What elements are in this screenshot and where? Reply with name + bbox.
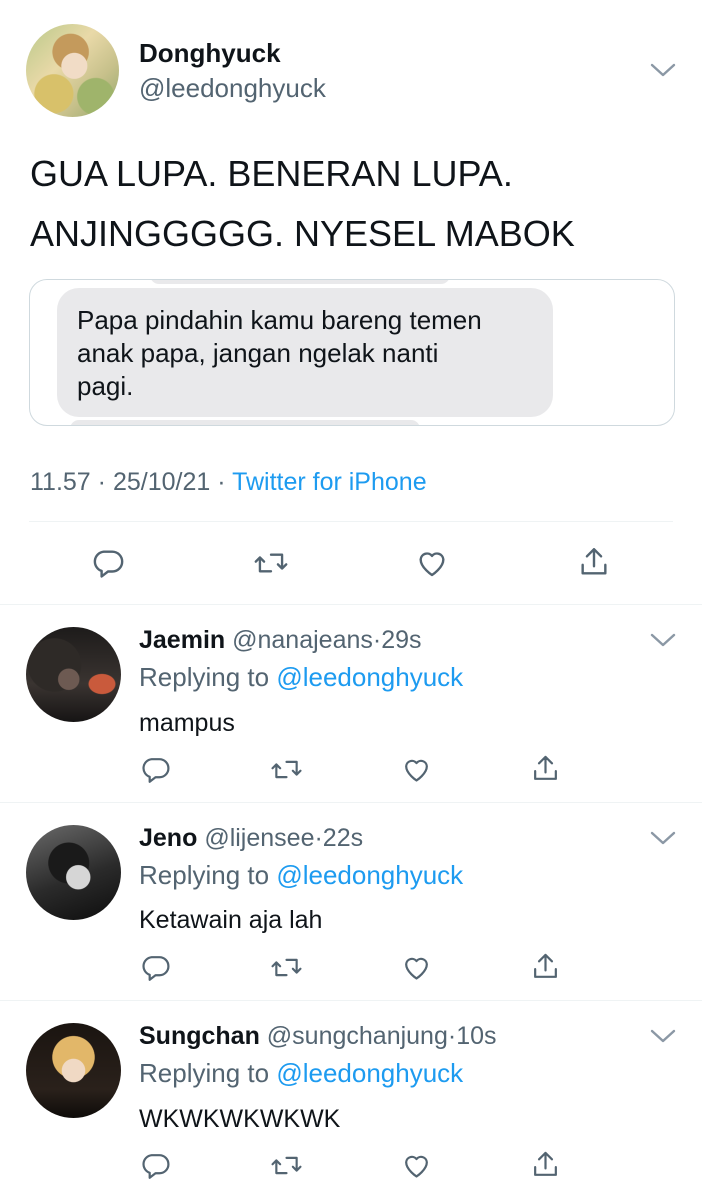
reply-author-handle[interactable]: @lijensee xyxy=(204,824,314,852)
retweet-icon xyxy=(254,553,288,573)
author-handle[interactable]: @leedonghyuck xyxy=(139,73,326,104)
replying-to-label: Replying to xyxy=(139,1058,270,1088)
reply-time[interactable]: 10s xyxy=(456,1022,496,1050)
retweet-button[interactable] xyxy=(270,754,303,785)
message-text: Papa pindahin kamu bareng temen anak pap… xyxy=(77,304,537,403)
retweet-button[interactable] xyxy=(270,1150,303,1181)
like-button[interactable] xyxy=(400,1150,433,1181)
share-button[interactable] xyxy=(577,544,611,580)
replying-to: Replying to @leedonghyuck xyxy=(139,1058,463,1089)
message-bubble-fragment xyxy=(150,280,450,284)
reply-time[interactable]: 22s xyxy=(323,824,363,852)
retweet-button[interactable] xyxy=(270,952,303,983)
message-bubble: Papa pindahin kamu bareng temen anak pap… xyxy=(57,288,553,417)
reply-header: Jaemin @nanajeans·29s xyxy=(139,626,422,655)
replying-to: Replying to @leedonghyuck xyxy=(139,860,463,891)
divider xyxy=(29,521,673,522)
reply-text: mampus xyxy=(139,709,235,737)
reply-author-handle[interactable]: @sungchanjung xyxy=(267,1022,448,1050)
share-button[interactable] xyxy=(530,1148,561,1181)
heart-icon xyxy=(405,957,428,980)
reply-avatar[interactable] xyxy=(26,825,121,920)
replying-to-label: Replying to xyxy=(139,860,270,890)
reply-author-name[interactable]: Jaemin xyxy=(139,626,225,654)
share-button[interactable] xyxy=(530,752,561,785)
replying-to-handle[interactable]: @leedonghyuck xyxy=(276,1058,463,1088)
reply-time[interactable]: 29s xyxy=(381,626,421,654)
reply-author-handle[interactable]: @nanajeans xyxy=(232,626,373,654)
tweet-meta: 11.57 · 25/10/21 · Twitter for iPhone xyxy=(30,468,427,497)
retweet-button[interactable] xyxy=(253,546,289,580)
share-icon xyxy=(534,755,557,780)
share-icon xyxy=(534,953,557,978)
divider xyxy=(0,604,702,605)
tweet-time[interactable]: 11.57 xyxy=(30,468,91,496)
replying-to-handle[interactable]: @leedonghyuck xyxy=(276,662,463,692)
tweet-date[interactable]: 25/10/21 xyxy=(113,468,210,496)
reply-author-name[interactable]: Jeno xyxy=(139,824,197,852)
reply-avatar[interactable] xyxy=(26,1023,121,1118)
reply-icon xyxy=(142,1154,170,1179)
meta-separator: · xyxy=(217,468,226,496)
reply-button[interactable] xyxy=(91,546,125,580)
retweet-icon xyxy=(271,958,302,977)
message-bubble-fragment xyxy=(70,420,420,425)
reply-button[interactable] xyxy=(140,754,171,785)
tweet-text-line-2: ANJINGGGGG. NYESEL MABOK xyxy=(30,213,575,254)
reply-text: WKWKWKWKWK xyxy=(139,1105,341,1133)
reply-text: Ketawain aja lah xyxy=(139,906,323,934)
reply-author-name[interactable]: Sungchan xyxy=(139,1022,260,1050)
message-line-3: pagi. xyxy=(77,371,134,401)
meta-separator: · xyxy=(97,468,106,496)
reply-button[interactable] xyxy=(140,952,171,983)
replying-to-handle[interactable]: @leedonghyuck xyxy=(276,860,463,890)
retweet-icon xyxy=(271,1156,302,1175)
meta-separator: · xyxy=(314,824,323,852)
meta-separator: · xyxy=(372,626,382,654)
heart-icon xyxy=(405,1155,428,1178)
share-icon xyxy=(581,548,607,575)
reply-header: Jeno @lijensee·22s xyxy=(139,824,363,853)
reply-avatar[interactable] xyxy=(26,627,121,722)
message-line-2: anak papa, jangan ngelak nanti xyxy=(77,338,439,368)
heart-icon xyxy=(419,552,445,577)
retweet-icon xyxy=(271,760,302,779)
reply-icon xyxy=(142,758,170,783)
meta-separator: · xyxy=(447,1022,457,1050)
chevron-down-icon[interactable] xyxy=(649,60,677,80)
reply-icon xyxy=(93,550,124,578)
chevron-down-icon[interactable] xyxy=(649,828,677,848)
author-avatar[interactable] xyxy=(26,24,119,117)
replying-to: Replying to @leedonghyuck xyxy=(139,662,463,693)
author-name[interactable]: Donghyuck xyxy=(139,38,281,69)
tweet-source[interactable]: Twitter for iPhone xyxy=(232,468,427,496)
like-button[interactable] xyxy=(414,546,450,580)
like-button[interactable] xyxy=(400,754,433,785)
tweet-text: GUA LUPA. BENERAN LUPA. ANJINGGGGG. NYES… xyxy=(30,150,650,258)
reply-header: Sungchan @sungchanjung·10s xyxy=(139,1022,497,1051)
chevron-down-icon[interactable] xyxy=(649,630,677,650)
message-line-1: Papa pindahin kamu bareng temen xyxy=(77,305,482,335)
tweet-media[interactable]: Papa pindahin kamu bareng temen anak pap… xyxy=(29,279,675,426)
tweet-text-line-1: GUA LUPA. BENERAN LUPA. xyxy=(30,153,513,194)
divider xyxy=(0,802,702,803)
divider xyxy=(0,1000,702,1001)
share-button[interactable] xyxy=(530,950,561,983)
share-icon xyxy=(534,1151,557,1176)
reply-button[interactable] xyxy=(140,1150,171,1181)
like-button[interactable] xyxy=(400,952,433,983)
heart-icon xyxy=(405,759,428,782)
reply-icon xyxy=(142,956,170,981)
replying-to-label: Replying to xyxy=(139,662,270,692)
chevron-down-icon[interactable] xyxy=(649,1026,677,1046)
